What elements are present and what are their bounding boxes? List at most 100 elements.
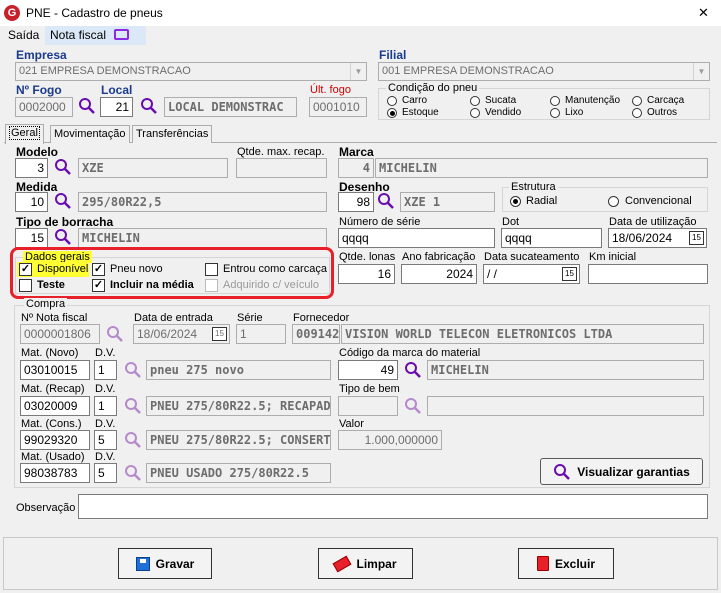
radio-lixo[interactable] <box>550 108 560 118</box>
entrou-carcaca-checkbox[interactable] <box>205 263 218 276</box>
desenho-code-input[interactable]: 98 <box>338 192 374 212</box>
mat-recap-dv-label: D.V. <box>95 383 116 395</box>
calendar-icon[interactable]: 15 <box>689 231 704 245</box>
search-icon[interactable] <box>124 397 142 415</box>
data-utilizacao-input[interactable]: 18/06/2024 15 <box>608 228 707 248</box>
menu-nota-fiscal[interactable]: Nota fiscal <box>45 26 146 45</box>
local-name-field: LOCAL DEMONSTRAC <box>164 97 297 117</box>
numero-serie-input[interactable]: qqqq <box>338 228 495 248</box>
mat-cons-code-input[interactable]: 99029320 <box>20 430 90 450</box>
cod-marca-material-label: Código da marca do material <box>339 347 481 359</box>
filial-value: 001 EMPRESA DEMONSTRACAO <box>382 65 554 77</box>
radio-outros[interactable] <box>632 108 642 118</box>
ult-fogo-label: Últ. fogo <box>310 84 351 96</box>
condicao-title: Condição do pneu <box>386 82 480 94</box>
mat-cons-label: Mat. (Cons.) <box>21 418 82 430</box>
ano-fabricacao-input[interactable]: 2024 <box>401 264 477 284</box>
observacao-input[interactable] <box>78 494 708 519</box>
fogo-input[interactable]: 0002000 <box>15 97 73 117</box>
qtde-lonas-input[interactable]: 16 <box>338 264 395 284</box>
radio-carcaca[interactable] <box>632 96 642 106</box>
menu-nota-fiscal-label: Nota fiscal <box>50 28 107 42</box>
adquirido-label: Adquirido c/ veículo <box>223 279 319 291</box>
local-code-input[interactable]: 21 <box>100 97 133 117</box>
data-entrada-label: Data de entrada <box>134 312 213 324</box>
mat-recap-label: Mat. (Recap) <box>21 383 85 395</box>
km-inicial-input[interactable] <box>588 264 708 284</box>
tab-geral[interactable]: Geral <box>5 124 44 144</box>
tab-transferencias[interactable]: Transferências <box>132 125 213 143</box>
radio-sucata-label: Sucata <box>485 95 517 106</box>
fornecedor-label: Fornecedor <box>293 312 350 324</box>
dot-input[interactable]: qqqq <box>501 228 602 248</box>
search-icon[interactable] <box>124 464 142 482</box>
title-bar: G PNE - Cadastro de pneus ✕ <box>0 0 721 26</box>
mat-usado-dv-input[interactable]: 5 <box>94 463 117 483</box>
mat-recap-dv-input[interactable]: 1 <box>94 396 117 416</box>
search-icon[interactable] <box>404 361 422 379</box>
limpar-button[interactable]: Limpar <box>318 548 413 579</box>
km-inicial-label: Km inicial <box>589 251 637 263</box>
radio-carro[interactable] <box>387 96 397 106</box>
pneu-novo-checkbox[interactable]: ✓ <box>92 263 105 276</box>
mat-novo-dv-label: D.V. <box>95 347 116 359</box>
radio-radial[interactable] <box>510 196 521 207</box>
excluir-button[interactable]: Excluir <box>518 548 614 579</box>
chevron-down-icon: ▼ <box>350 63 366 80</box>
gravar-button[interactable]: Gravar <box>118 548 212 579</box>
close-icon[interactable]: ✕ <box>698 5 709 21</box>
marca-label: Marca <box>339 145 374 159</box>
data-entrada-field: 18/06/2024 15 <box>133 324 230 344</box>
search-icon[interactable] <box>78 97 96 115</box>
filial-select[interactable]: 001 EMPRESA DEMONSTRACAO ▼ <box>378 62 710 81</box>
calendar-icon: 15 <box>212 327 227 341</box>
serie-label: Série <box>237 312 263 324</box>
tipo-borracha-label: Tipo de borracha <box>16 215 114 229</box>
trash-icon <box>536 556 549 571</box>
mat-usado-code-input[interactable]: 98038783 <box>20 463 90 483</box>
tipo-bem-code-field <box>338 396 398 416</box>
chevron-down-icon: ▼ <box>693 63 709 80</box>
visualizar-garantias-button[interactable]: Visualizar garantias <box>540 458 703 485</box>
calendar-icon[interactable]: 15 <box>562 267 577 281</box>
data-sucateamento-input[interactable]: / / 15 <box>483 264 580 284</box>
radio-sucata[interactable] <box>470 96 480 106</box>
radio-manutencao[interactable] <box>550 96 560 106</box>
radio-vendido[interactable] <box>470 108 480 118</box>
modelo-code-input[interactable]: 3 <box>15 158 48 178</box>
mat-novo-code-input[interactable]: 03010015 <box>20 360 90 380</box>
limpar-label: Limpar <box>356 556 397 571</box>
tab-movimentacao[interactable]: Movimentação <box>50 125 130 143</box>
mat-cons-dv-input[interactable]: 5 <box>94 430 117 450</box>
tipo-borracha-code-input[interactable]: 15 <box>15 228 48 248</box>
search-icon[interactable] <box>54 228 72 246</box>
modelo-name-field: XZE <box>78 158 228 178</box>
radio-convencional[interactable] <box>608 196 619 207</box>
search-icon[interactable] <box>124 361 142 379</box>
disponivel-checkbox[interactable]: ✓ <box>19 263 32 276</box>
search-icon[interactable] <box>54 158 72 176</box>
cod-marca-material-input[interactable]: 49 <box>338 360 398 380</box>
search-icon[interactable] <box>404 397 422 415</box>
mat-novo-dv-input[interactable]: 1 <box>94 360 117 380</box>
teste-checkbox[interactable] <box>19 279 32 292</box>
medida-name-field: 295/80R22,5 <box>78 192 327 212</box>
dot-label: Dot <box>502 216 520 228</box>
search-icon[interactable] <box>124 431 142 449</box>
incluir-media-checkbox[interactable]: ✓ <box>92 279 105 292</box>
data-sucateamento-value: / / <box>487 267 498 281</box>
search-icon[interactable] <box>106 325 124 343</box>
mat-recap-code-input[interactable]: 03020009 <box>20 396 90 416</box>
search-icon[interactable] <box>140 97 158 115</box>
menu-saida[interactable]: Saída <box>8 28 39 42</box>
observacao-label: Observação <box>16 502 76 514</box>
marca-code-field: 4 <box>338 158 374 178</box>
search-icon[interactable] <box>54 192 72 210</box>
empresa-select[interactable]: 021 EMPRESA DEMONSTRACAO ▼ <box>15 62 367 81</box>
estrutura-title: Estrutura <box>509 181 558 193</box>
radio-estoque[interactable] <box>387 108 397 118</box>
medida-code-input[interactable]: 10 <box>15 192 48 212</box>
incluir-media-label: Incluir na média <box>110 279 194 291</box>
search-icon[interactable] <box>377 192 395 210</box>
tipo-borracha-name-field: MICHELIN <box>78 228 327 248</box>
